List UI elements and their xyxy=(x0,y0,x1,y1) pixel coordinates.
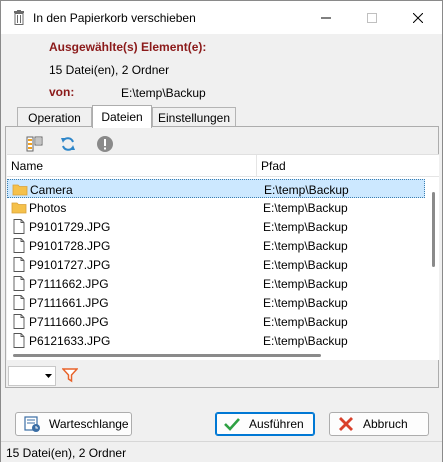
queue-icon xyxy=(24,416,40,432)
checkmark-icon xyxy=(224,418,240,431)
minimize-button[interactable] xyxy=(303,1,349,34)
column-header-name[interactable]: Name xyxy=(7,155,257,177)
filter-bar xyxy=(6,364,438,387)
files-tab-panel: Name Pfad Camera E:\temp\Backup Photos E… xyxy=(5,126,439,388)
list-item[interactable]: P9101727.JPG E:\temp\Backup xyxy=(7,255,425,274)
file-icon xyxy=(13,257,25,272)
item-path: E:\temp\Backup xyxy=(263,201,348,215)
item-path: E:\temp\Backup xyxy=(264,183,349,197)
column-header-path[interactable]: Pfad xyxy=(257,155,439,177)
dialog-window: In den Papierkorb verschieben Ausgewählt… xyxy=(0,0,443,462)
refresh-icon[interactable] xyxy=(59,135,77,153)
file-icon xyxy=(13,295,25,310)
item-path: E:\temp\Backup xyxy=(263,334,348,348)
folder-icon xyxy=(12,184,28,196)
item-path: E:\temp\Backup xyxy=(263,296,348,310)
cancel-button-label: Abbruch xyxy=(363,417,408,431)
tab-dateien[interactable]: Dateien xyxy=(92,105,152,128)
close-icon xyxy=(413,12,423,23)
window-title: In den Papierkorb verschieben xyxy=(33,11,196,25)
status-text: 15 Datei(en), 2 Ordner xyxy=(6,446,127,460)
item-path: E:\temp\Backup xyxy=(263,277,348,291)
item-name: Camera xyxy=(30,183,73,197)
list-item[interactable]: P9101728.JPG E:\temp\Backup xyxy=(7,236,425,255)
item-path: E:\temp\Backup xyxy=(263,239,348,253)
list-item[interactable]: P6121633.JPG E:\temp\Backup xyxy=(7,331,425,350)
file-icon xyxy=(13,333,25,348)
source-label: von: xyxy=(49,85,75,99)
horizontal-scroll-thumb[interactable] xyxy=(13,354,321,357)
filter-dropdown[interactable] xyxy=(8,366,56,386)
execute-button[interactable]: Ausführen xyxy=(215,412,315,436)
file-icon xyxy=(13,238,25,253)
item-name: P9101727.JPG xyxy=(29,258,111,272)
minimize-icon xyxy=(321,17,331,18)
item-name: P6121633.JPG xyxy=(29,334,111,348)
vertical-scrollbar[interactable] xyxy=(428,177,438,359)
trash-bin-icon xyxy=(14,10,24,25)
tab-operation[interactable]: Operation xyxy=(17,107,92,127)
status-bar: 15 Datei(en), 2 Ordner xyxy=(1,441,442,462)
chevron-down-icon xyxy=(45,374,52,378)
file-icon xyxy=(13,276,25,291)
list-item[interactable]: Photos E:\temp\Backup xyxy=(7,198,425,217)
tab-operation-label: Operation xyxy=(28,110,81,125)
maximize-button xyxy=(349,1,395,34)
item-path: E:\temp\Backup xyxy=(263,258,348,272)
list-item[interactable]: Camera E:\temp\Backup xyxy=(7,179,425,198)
item-path: E:\temp\Backup xyxy=(263,315,348,329)
file-list[interactable]: Name Pfad Camera E:\temp\Backup Photos E… xyxy=(7,154,439,360)
item-name: P7111660.JPG xyxy=(29,315,109,329)
list-item[interactable]: P7111662.JPG E:\temp\Backup xyxy=(7,274,425,293)
selected-items-label: Ausgewählte(s) Element(e): xyxy=(49,40,207,54)
item-name: P7111661.JPG xyxy=(29,296,109,310)
tab-dateien-label: Dateien xyxy=(101,110,143,124)
queue-button[interactable]: Warteschlange xyxy=(15,412,132,436)
file-icon xyxy=(13,219,25,234)
vertical-scroll-thumb[interactable] xyxy=(432,192,435,267)
selected-items-summary: 15 Datei(en), 2 Ordner xyxy=(49,63,170,77)
column-header-path-label: Pfad xyxy=(261,159,286,173)
source-path: E:\temp\Backup xyxy=(121,86,206,100)
tab-einstellungen-label: Einstellungen xyxy=(157,110,231,125)
filter-icon[interactable] xyxy=(62,367,78,383)
queue-button-label: Warteschlange xyxy=(49,417,129,431)
list-item[interactable]: P9101729.JPG E:\temp\Backup xyxy=(7,217,425,236)
cross-icon xyxy=(339,417,353,431)
tab-einstellungen[interactable]: Einstellungen xyxy=(152,107,236,127)
item-name: P9101728.JPG xyxy=(29,239,111,253)
close-button[interactable] xyxy=(395,1,441,34)
item-name: Photos xyxy=(29,201,67,215)
item-path: E:\temp\Backup xyxy=(263,220,348,234)
column-chooser-icon[interactable] xyxy=(26,135,44,153)
cancel-button[interactable]: Abbruch xyxy=(329,412,429,436)
list-item[interactable]: P7111660.JPG E:\temp\Backup xyxy=(7,312,425,331)
item-name: P7111662.JPG xyxy=(29,277,109,291)
list-item[interactable]: P7111661.JPG E:\temp\Backup xyxy=(7,293,425,312)
column-header-name-label: Name xyxy=(11,159,44,173)
info-warning-icon[interactable] xyxy=(96,135,114,153)
folder-icon xyxy=(11,202,27,214)
maximize-icon xyxy=(367,12,377,23)
file-icon xyxy=(13,314,25,329)
execute-button-label: Ausführen xyxy=(249,417,304,431)
title-bar[interactable]: In den Papierkorb verschieben xyxy=(1,1,442,34)
item-name: P9101729.JPG xyxy=(29,220,111,234)
